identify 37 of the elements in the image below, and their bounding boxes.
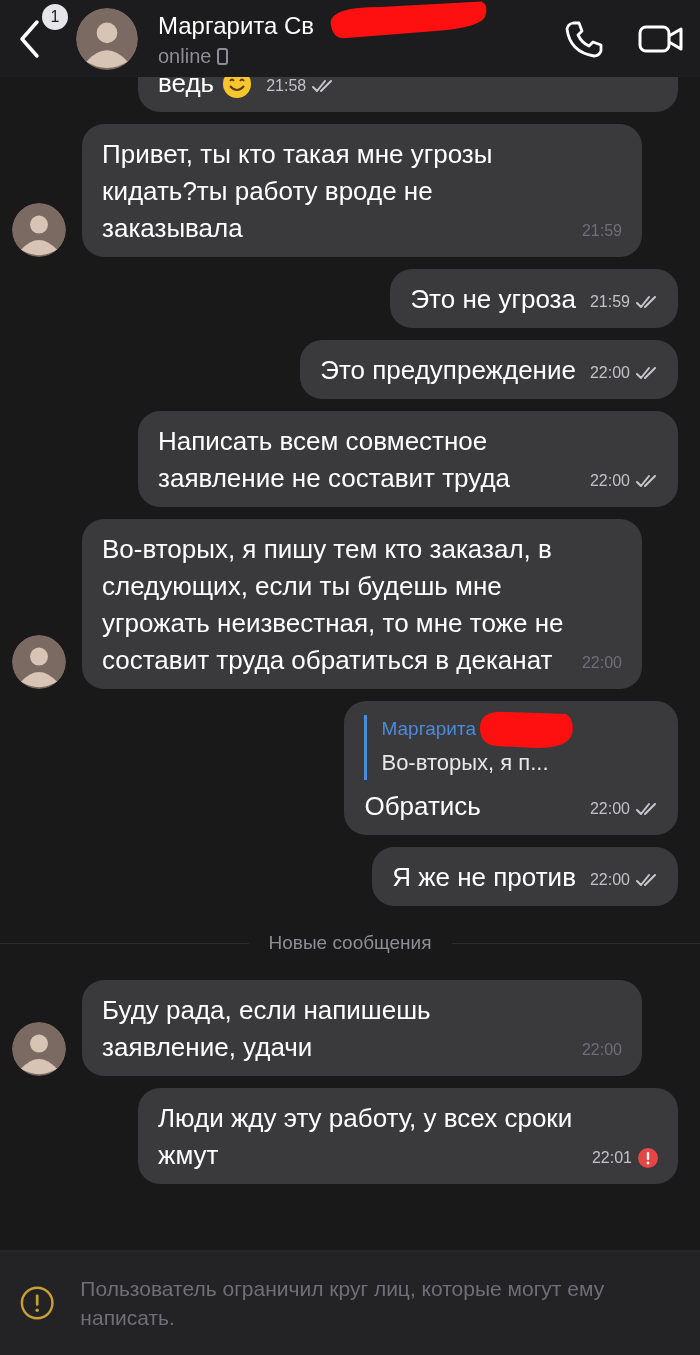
message-text: Люди жду эту работу, у всех сроки жмут: [158, 1102, 574, 1172]
message-text: Написать всем совместное заявление не составит труда: [158, 425, 512, 495]
message-time: 22:00: [589, 870, 630, 890]
online-status: online: [158, 44, 212, 68]
video-call-button[interactable]: [638, 23, 684, 54]
reply-author: Маргарита: [381, 717, 476, 741]
unread-badge: 1: [40, 2, 70, 32]
warning-icon: [20, 1284, 55, 1321]
message-time: 22:00: [581, 653, 622, 673]
message-time: 21:59: [589, 292, 630, 312]
message-time: 22:00: [589, 363, 630, 383]
message-time: 22:00: [589, 471, 630, 491]
avatar: [12, 203, 66, 257]
message-text: Буду рада, если напишешь заявление, удачи: [102, 994, 432, 1064]
message-text: Во-вторых, я пишу тем кто заказал, в следующих, если ты будешь мне угрожать неизвестная, то мне тоже не составит труда обратиться в деканат: [102, 533, 565, 677]
message-text: Привет, ты кто такая мне угрозы кидать?ты работу вроде не заказывала: [102, 138, 494, 245]
mobile-icon: [217, 47, 229, 65]
video-camera-icon: [638, 23, 684, 54]
message-text: ведь: [158, 67, 215, 100]
message-text: Обратись: [364, 790, 481, 823]
message-time: 22:00: [589, 799, 630, 819]
avatar: [12, 1022, 66, 1076]
contact-name: Маргарита Св: [158, 11, 315, 40]
message-text: Я же не против: [392, 861, 576, 894]
message-time: 22:00: [581, 1040, 622, 1060]
back-button[interactable]: [18, 18, 40, 59]
new-messages-divider: Новые сообщения: [268, 932, 432, 954]
reply-text: Во-вторых, я п...: [381, 750, 549, 775]
restriction-notice: Пользователь ограничил круг лиц, которые могут ему написать.: [80, 1275, 606, 1331]
message-time: 22:01: [591, 1148, 632, 1168]
message-time: 21:59: [581, 221, 622, 241]
message-text: Это не угроза: [410, 283, 576, 316]
back-icon: [18, 18, 40, 59]
message-text: Это предупреждение: [320, 354, 576, 387]
avatar: [12, 635, 66, 689]
message-time: 21:58: [266, 76, 307, 96]
avatar: [76, 7, 138, 70]
